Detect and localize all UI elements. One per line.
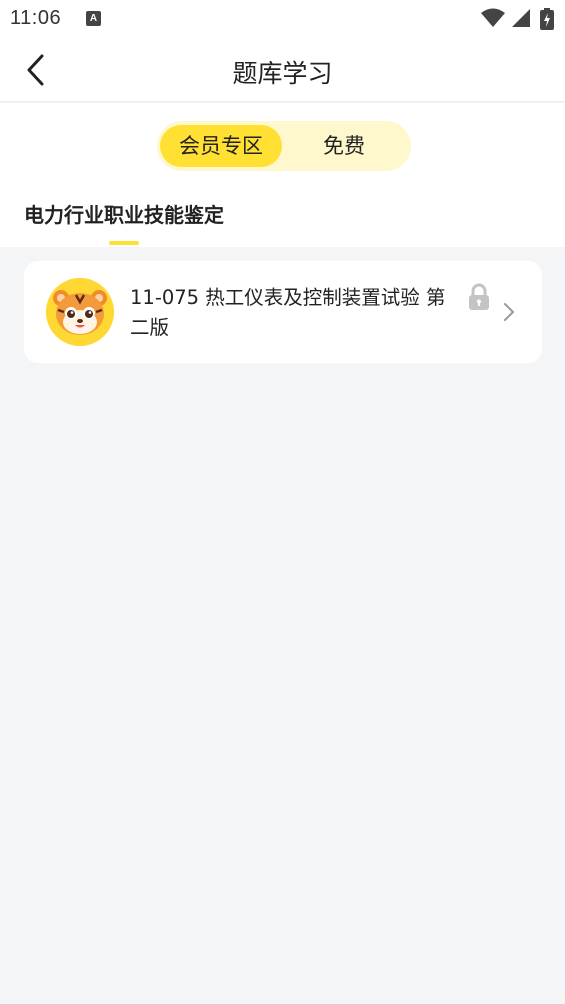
signal-icon <box>512 9 530 27</box>
tab-indicator <box>109 241 139 245</box>
wifi-icon <box>481 8 505 27</box>
list-item[interactable]: 11-075 热工仪表及控制装置试验 第二版 <box>24 261 542 363</box>
chevron-right-icon <box>504 303 514 321</box>
tiger-mascot-icon <box>46 278 114 346</box>
status-time: 11:06 <box>10 7 62 29</box>
lock-icon <box>469 283 489 310</box>
notification-badge: A <box>86 11 101 26</box>
filter-area: 会员专区 免费 电力行业职业技能鉴定 <box>0 103 565 247</box>
page-title: 题库学习 <box>232 59 333 88</box>
status-bar: 11:06 A <box>0 0 565 38</box>
segment-control: 会员专区 免费 <box>157 121 411 171</box>
app-header: 题库学习 <box>0 38 565 102</box>
category-tab[interactable]: 电力行业职业技能鉴定 <box>24 199 224 228</box>
bank-title: 11-075 热工仪表及控制装置试验 第二版 <box>130 286 446 339</box>
battery-charging-icon <box>540 8 554 30</box>
tab-free[interactable]: 免费 <box>283 125 405 167</box>
tab-member-zone[interactable]: 会员专区 <box>160 125 282 167</box>
